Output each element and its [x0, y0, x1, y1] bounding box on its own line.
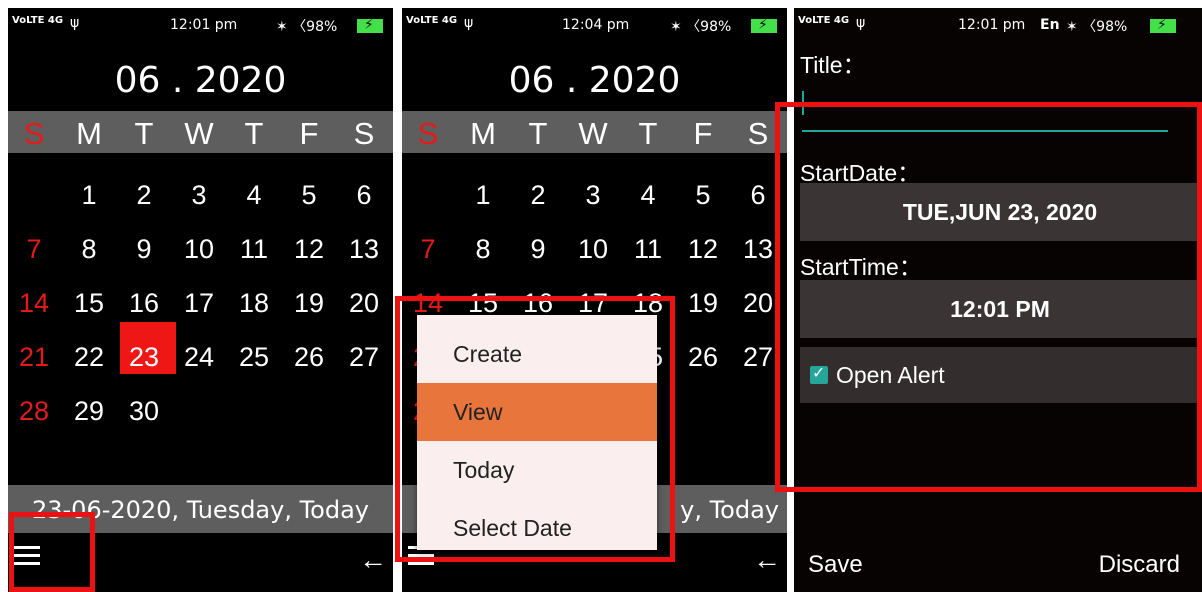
month-title: 06 . 2020: [114, 60, 287, 101]
calendar-day-cell[interactable]: 5: [677, 175, 729, 215]
calendar-day-cell[interactable]: 6: [338, 175, 390, 215]
network-indicator: VoLTE 4G: [406, 15, 458, 26]
calendar-day-cell[interactable]: 26: [283, 337, 335, 377]
battery-icon: ⚡: [1150, 17, 1176, 33]
weekday-label: M: [76, 116, 102, 151]
calendar-day-cell[interactable]: 9: [512, 229, 564, 269]
calendar-day-cell[interactable]: 19: [677, 283, 729, 323]
weekday-label: T: [528, 116, 548, 151]
weekday-label: M: [470, 116, 496, 151]
calendar-day-cell[interactable]: 8: [63, 229, 115, 269]
calendar-day-cell[interactable]: 21: [8, 337, 60, 377]
calendar-day-cell[interactable]: 5: [283, 175, 335, 215]
calendar-day-cell[interactable]: 3: [173, 175, 225, 215]
weekday-label: S: [23, 116, 45, 151]
calendar-day-cell[interactable]: 22: [63, 337, 115, 377]
calendar-day-cell[interactable]: 17: [173, 283, 225, 323]
weekday-label: T: [244, 116, 264, 151]
discard-button[interactable]: Discard: [1099, 551, 1180, 579]
status-signal-battery: ✶ 〈98%: [670, 19, 732, 35]
weekday-label: S: [417, 116, 439, 151]
status-time: 12:04 pm: [562, 17, 630, 33]
calendar-day-cell[interactable]: 27: [338, 337, 390, 377]
usb-icon: ψ: [70, 15, 80, 31]
calendar-day-cell[interactable]: 2: [512, 175, 564, 215]
back-arrow-icon[interactable]: ←: [359, 544, 387, 576]
status-bar: VoLTE 4G ψ 12:01 pm En ✶ 〈98% ⚡: [794, 8, 1202, 44]
network-indicator: VoLTE 4G: [12, 15, 64, 26]
language-indicator: En: [1040, 17, 1060, 33]
calendar-day-cell[interactable]: 4: [622, 175, 674, 215]
calendar-day-cell[interactable]: 13: [338, 229, 390, 269]
calendar-day-cell[interactable]: 26: [677, 337, 729, 377]
status-bar: VoLTE 4G ψ 12:04 pm ✶ 〈98% ⚡: [402, 8, 787, 44]
calendar-day-cell[interactable]: 24: [173, 337, 225, 377]
usb-icon: ψ: [856, 15, 866, 31]
calendar-day-cell[interactable]: 1: [63, 175, 115, 215]
calendar-day-cell[interactable]: 28: [8, 391, 60, 431]
weekday-label: W: [578, 116, 608, 151]
calendar-day-cell[interactable]: 9: [118, 229, 170, 269]
calendar-day-cell[interactable]: 16: [118, 283, 170, 323]
month-title: 06 . 2020: [508, 60, 681, 101]
status-time: 12:01 pm: [170, 17, 238, 33]
status-signal-battery: ✶ 〈98%: [276, 19, 338, 35]
weekday-label: W: [184, 116, 214, 151]
weekday-label: S: [353, 116, 375, 151]
usb-icon: ψ: [464, 15, 474, 31]
calendar-month-screen: VoLTE 4G ψ 12:01 pm ✶ 〈98% ⚡ 06 . 2020 S…: [8, 8, 393, 592]
weekday-label: F: [299, 116, 319, 151]
calendar-day-cell[interactable]: 4: [228, 175, 280, 215]
calendar-day-cell[interactable]: 15: [63, 283, 115, 323]
calendar-day-cell[interactable]: 30: [118, 391, 170, 431]
calendar-day-cell[interactable]: 29: [63, 391, 115, 431]
calendar-day-cell[interactable]: 12: [677, 229, 729, 269]
highlight-box-form: [775, 102, 1202, 492]
highlight-box-menu: [9, 512, 95, 592]
weekday-label: T: [638, 116, 658, 151]
status-time: 12:01 pm: [958, 17, 1026, 33]
back-arrow-icon[interactable]: ←: [753, 544, 781, 576]
title-label: Title：: [800, 52, 866, 78]
battery-icon: ⚡: [751, 17, 777, 33]
battery-icon: ⚡: [357, 17, 383, 33]
calendar-day-cell[interactable]: 12: [283, 229, 335, 269]
calendar-day-cell[interactable]: 8: [457, 229, 509, 269]
calendar-day-cell[interactable]: 3: [567, 175, 619, 215]
highlight-box-popup: [395, 296, 675, 562]
weekday-label: T: [134, 116, 154, 151]
calendar-day-cell[interactable]: 19: [283, 283, 335, 323]
calendar-day-cell[interactable]: 18: [228, 283, 280, 323]
calendar-day-cell[interactable]: 10: [567, 229, 619, 269]
status-bar: VoLTE 4G ψ 12:01 pm ✶ 〈98% ⚡: [8, 8, 393, 44]
calendar-day-cell[interactable]: 7: [8, 229, 60, 269]
network-indicator: VoLTE 4G: [798, 15, 850, 26]
weekday-label: F: [693, 116, 713, 151]
calendar-day-cell[interactable]: 23: [118, 337, 170, 377]
calendar-day-cell[interactable]: 2: [118, 175, 170, 215]
calendar-day-cell[interactable]: 11: [622, 229, 674, 269]
calendar-day-cell[interactable]: 10: [173, 229, 225, 269]
calendar-day-cell[interactable]: 1: [457, 175, 509, 215]
save-button[interactable]: Save: [808, 551, 863, 579]
calendar-day-cell[interactable]: 25: [228, 337, 280, 377]
calendar-day-cell[interactable]: 14: [8, 283, 60, 323]
calendar-day-cell[interactable]: 7: [402, 229, 454, 269]
status-signal-battery: ✶ 〈98%: [1066, 19, 1128, 35]
calendar-day-cell[interactable]: 20: [338, 283, 390, 323]
calendar-day-cell[interactable]: 11: [228, 229, 280, 269]
